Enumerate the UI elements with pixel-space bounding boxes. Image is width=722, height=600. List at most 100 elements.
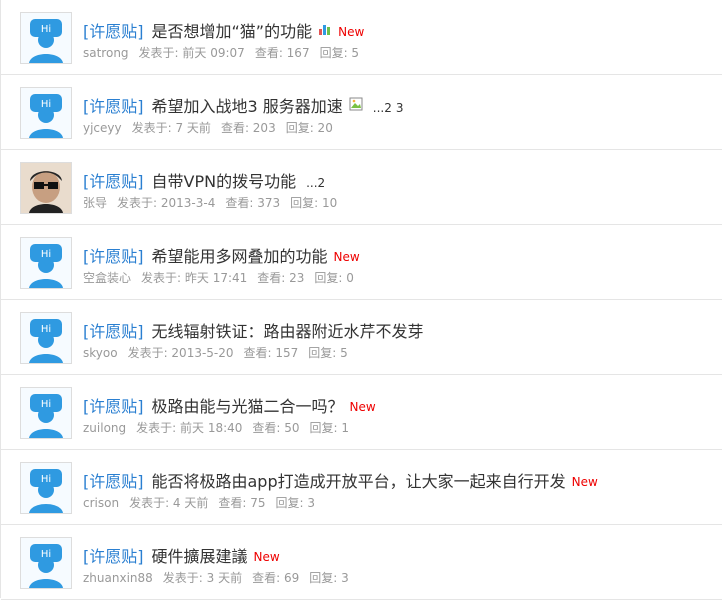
svg-text:Hi: Hi xyxy=(41,249,51,260)
image-attachment-icon xyxy=(349,97,363,111)
reply-count: 回复: 10 xyxy=(290,196,338,210)
thread-list: Hi [许愿贴] 是否想增加“猫”的功能 New satrong 发表于: 前天 09:0… xyxy=(0,0,722,600)
avatar[interactable]: Hi xyxy=(20,12,72,64)
thread-row[interactable]: Hi [许愿贴] 希望加入战地3 服务器加速 ...2 3 yjceyy 发表于: 7 天前… xyxy=(1,75,722,150)
thread-meta: skyoo 发表于: 2013-5-20 查看: 157 回复: 5 xyxy=(83,344,358,361)
posted-time: 发表于: 2013-3-4 xyxy=(117,196,216,210)
poll-icon xyxy=(319,25,331,35)
posted-time: 发表于: 昨天 17:41 xyxy=(141,271,248,285)
view-count: 查看: 203 xyxy=(220,121,276,135)
new-badge: New xyxy=(338,25,365,39)
thread-subject-link[interactable]: 是否想增加“猫”的功能 xyxy=(152,22,313,41)
thread-row[interactable]: Hi [许愿贴] 是否想增加“猫”的功能 New satrong 发表于: 前天 09:0… xyxy=(1,0,722,75)
thread-title: [许愿贴] 是否想增加“猫”的功能 New xyxy=(83,18,365,41)
avatar[interactable]: Hi xyxy=(20,537,72,589)
page-link[interactable]: 3 xyxy=(396,101,404,115)
author-link[interactable]: zhuanxin88 xyxy=(83,571,153,585)
thread-title: [许愿贴] 极路由能与光猫二合一吗？ New xyxy=(83,393,376,416)
view-count: 查看: 157 xyxy=(243,346,299,360)
posted-time: 发表于: 前天 09:07 xyxy=(138,46,245,60)
thread-meta: zuilong 发表于: 前天 18:40 查看: 50 回复: 1 xyxy=(83,419,359,436)
thread-category-tag[interactable]: [许愿贴] xyxy=(83,322,144,341)
thread-category-tag[interactable]: [许愿贴] xyxy=(83,397,144,416)
svg-text:Hi: Hi xyxy=(41,24,51,35)
new-badge: New xyxy=(253,550,280,564)
thread-title: [许愿贴] 自带VPN的拨号功能 ...2 xyxy=(83,168,325,191)
posted-time: 发表于: 2013-5-20 xyxy=(127,346,234,360)
page-link[interactable]: ...2 xyxy=(373,101,392,115)
thread-row[interactable]: [许愿贴] 自带VPN的拨号功能 ...2 张导 发表于: 2013-3-4 查看: 37… xyxy=(1,150,722,225)
posted-time: 发表于: 3 天前 xyxy=(162,571,243,585)
thread-pages: ...2 3 xyxy=(369,101,404,115)
reply-count: 回复: 0 xyxy=(314,271,354,285)
view-count: 查看: 75 xyxy=(218,496,266,510)
reply-count: 回复: 3 xyxy=(275,496,316,510)
avatar[interactable]: Hi xyxy=(20,462,72,514)
author-link[interactable]: crison xyxy=(83,496,119,510)
thread-subject-link[interactable]: 希望加入战地3 服务器加速 xyxy=(152,97,343,116)
thread-meta: crison 发表于: 4 天前 查看: 75 回复: 3 xyxy=(83,494,325,511)
posted-time: 发表于: 4 天前 xyxy=(129,496,209,510)
posted-time: 发表于: 7 天前 xyxy=(131,121,211,135)
thread-title: [许愿贴] 希望加入战地3 服务器加速 ...2 3 xyxy=(83,93,404,116)
view-count: 查看: 69 xyxy=(252,571,300,585)
reply-count: 回复: 5 xyxy=(319,46,360,60)
thread-category-tag[interactable]: [许愿贴] xyxy=(83,97,144,116)
avatar[interactable]: Hi xyxy=(20,312,72,364)
thread-title: [许愿贴] 能否将极路由app打造成开放平台，让大家一起来自行开发 New xyxy=(83,468,598,491)
reply-count: 回复: 1 xyxy=(309,421,350,435)
svg-text:Hi: Hi xyxy=(41,399,51,410)
view-count: 查看: 167 xyxy=(254,46,310,60)
avatar[interactable] xyxy=(20,162,72,214)
svg-text:Hi: Hi xyxy=(41,324,51,335)
thread-subject-link[interactable]: 极路由能与光猫二合一吗？ xyxy=(152,397,344,416)
thread-row[interactable]: Hi [许愿贴] 极路由能与光猫二合一吗？ New zuilong 发表于: 前天 18:… xyxy=(1,375,722,450)
view-count: 查看: 373 xyxy=(225,196,281,210)
author-link[interactable]: skyoo xyxy=(83,346,118,360)
thread-subject-link[interactable]: 希望能用多网叠加的功能 xyxy=(152,247,328,266)
thread-subject-link[interactable]: 硬件擴展建議 xyxy=(152,547,248,566)
avatar[interactable]: Hi xyxy=(20,237,72,289)
svg-text:Hi: Hi xyxy=(41,474,51,485)
thread-row[interactable]: Hi [许愿贴] 硬件擴展建議 New zhuanxin88 发表于: 3 天前 查看: 6… xyxy=(1,525,722,600)
thread-meta: satrong 发表于: 前天 09:07 查看: 167 回复: 5 xyxy=(83,44,369,61)
svg-text:Hi: Hi xyxy=(41,99,51,110)
thread-meta: 张导 发表于: 2013-3-4 查看: 373 回复: 10 xyxy=(83,194,347,211)
thread-meta: 空盒装心 发表于: 昨天 17:41 查看: 23 回复: 0 xyxy=(83,269,364,286)
avatar[interactable]: Hi xyxy=(20,87,72,139)
new-badge: New xyxy=(333,250,360,264)
view-count: 查看: 23 xyxy=(257,271,305,285)
reply-count: 回复: 5 xyxy=(308,346,348,360)
thread-title: [许愿贴] 希望能用多网叠加的功能 New xyxy=(83,243,360,266)
avatar[interactable]: Hi xyxy=(20,387,72,439)
thread-category-tag[interactable]: [许愿贴] xyxy=(83,22,144,41)
new-badge: New xyxy=(349,400,376,414)
thread-meta: yjceyy 发表于: 7 天前 查看: 203 回复: 20 xyxy=(83,119,343,136)
svg-text:Hi: Hi xyxy=(41,549,51,560)
thread-category-tag[interactable]: [许愿贴] xyxy=(83,172,144,191)
page-link[interactable]: ...2 xyxy=(306,176,325,190)
reply-count: 回复: 20 xyxy=(285,121,333,135)
author-link[interactable]: zuilong xyxy=(83,421,126,435)
new-badge: New xyxy=(571,475,598,489)
author-link[interactable]: satrong xyxy=(83,46,129,60)
author-link[interactable]: yjceyy xyxy=(83,121,122,135)
posted-time: 发表于: 前天 18:40 xyxy=(136,421,243,435)
thread-row[interactable]: Hi [许愿贴] 能否将极路由app打造成开放平台，让大家一起来自行开发 New cri… xyxy=(1,450,722,525)
thread-title: [许愿贴] 无线辐射铁证：路由器附近水芹不发芽 xyxy=(83,318,424,341)
reply-count: 回复: 3 xyxy=(309,571,349,585)
thread-subject-link[interactable]: 自带VPN的拨号功能 xyxy=(152,172,297,191)
thread-meta: zhuanxin88 发表于: 3 天前 查看: 69 回复: 3 xyxy=(83,569,359,586)
thread-category-tag[interactable]: [许愿贴] xyxy=(83,472,144,491)
thread-subject-link[interactable]: 能否将极路由app打造成开放平台，让大家一起来自行开发 xyxy=(152,472,566,491)
thread-row[interactable]: Hi [许愿贴] 无线辐射铁证：路由器附近水芹不发芽 skyoo 发表于: 2013-5… xyxy=(1,300,722,375)
author-link[interactable]: 张导 xyxy=(83,196,107,210)
view-count: 查看: 50 xyxy=(252,421,300,435)
thread-pages: ...2 xyxy=(302,176,325,190)
author-link[interactable]: 空盒装心 xyxy=(83,271,131,285)
thread-row[interactable]: Hi [许愿贴] 希望能用多网叠加的功能 New 空盒装心 发表于: 昨天 17:41 查看… xyxy=(1,225,722,300)
thread-title: [许愿贴] 硬件擴展建議 New xyxy=(83,543,280,566)
thread-category-tag[interactable]: [许愿贴] xyxy=(83,547,144,566)
thread-subject-link[interactable]: 无线辐射铁证：路由器附近水芹不发芽 xyxy=(152,322,424,341)
thread-category-tag[interactable]: [许愿贴] xyxy=(83,247,144,266)
